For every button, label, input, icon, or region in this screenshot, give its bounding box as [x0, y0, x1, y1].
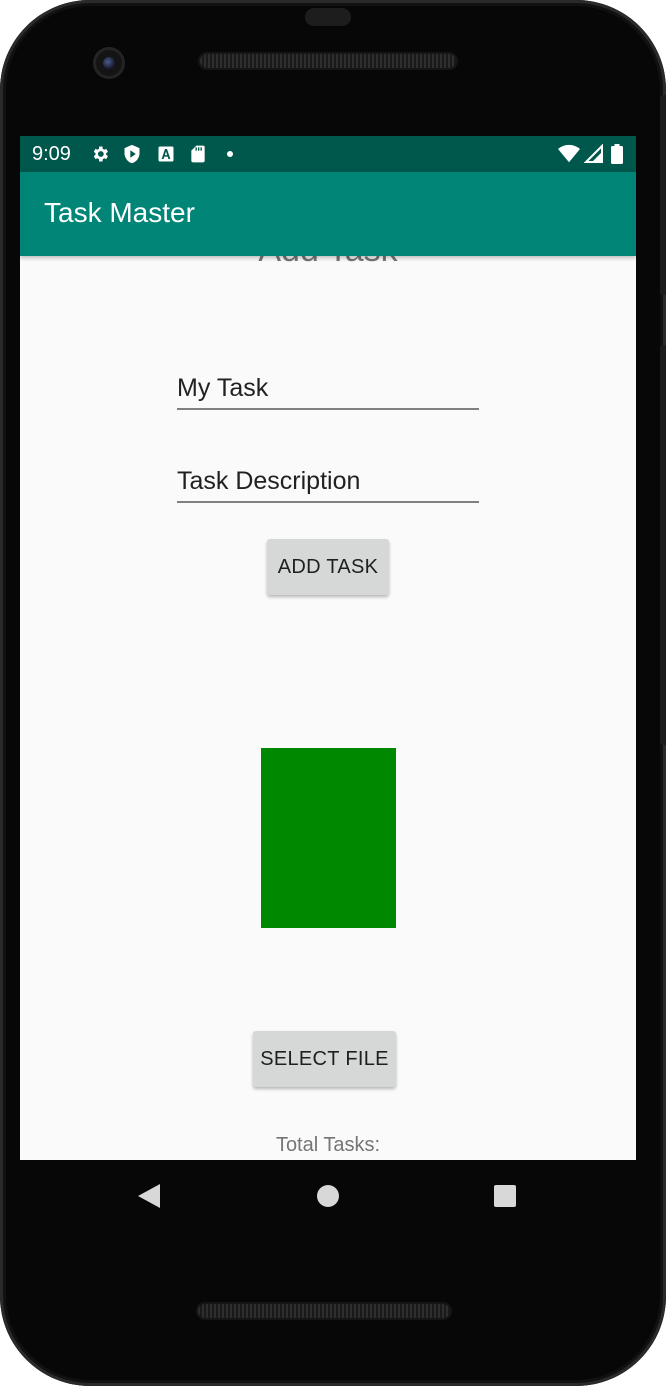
- signal-icon: [584, 144, 603, 163]
- task-title-input[interactable]: My Task: [177, 370, 479, 410]
- bottom-speaker: [198, 1304, 450, 1318]
- front-camera-icon: [93, 47, 125, 79]
- status-bar: 9:09: [20, 136, 636, 172]
- page-heading: Add Task: [20, 256, 636, 270]
- play-protect-icon: [124, 144, 140, 164]
- add-task-button[interactable]: ADD TASK: [267, 539, 389, 595]
- battery-icon: [611, 144, 623, 164]
- gear-icon: [93, 146, 108, 162]
- select-file-button[interactable]: SELECT FILE: [253, 1031, 396, 1087]
- total-tasks-label: Total Tasks:: [275, 1134, 381, 1156]
- volume-rocker: [660, 345, 666, 745]
- status-time: 9:09: [32, 143, 71, 165]
- top-sensor-slot: [305, 8, 351, 26]
- sd-card-icon: [191, 145, 205, 163]
- phone-device-frame: 9:09 Task Master My Task Task Descriptio…: [0, 0, 666, 1386]
- app-bar: Task Master: [20, 172, 636, 256]
- recents-icon[interactable]: [494, 1185, 516, 1207]
- device-screen: 9:09 Task Master My Task Task Descriptio…: [20, 136, 636, 1160]
- power-button: [660, 95, 666, 295]
- image-preview: [261, 748, 396, 928]
- font-a-icon: [158, 146, 174, 162]
- back-icon[interactable]: [138, 1184, 160, 1208]
- earpiece-speaker: [200, 54, 456, 68]
- task-description-input[interactable]: Task Description: [177, 463, 479, 503]
- home-icon[interactable]: [317, 1185, 339, 1207]
- app-title: Task Master: [44, 197, 195, 228]
- wifi-icon: [558, 144, 580, 163]
- dot-icon: [227, 151, 233, 157]
- add-task-form: Add Task My Task Task Description ADD TA…: [20, 256, 636, 1160]
